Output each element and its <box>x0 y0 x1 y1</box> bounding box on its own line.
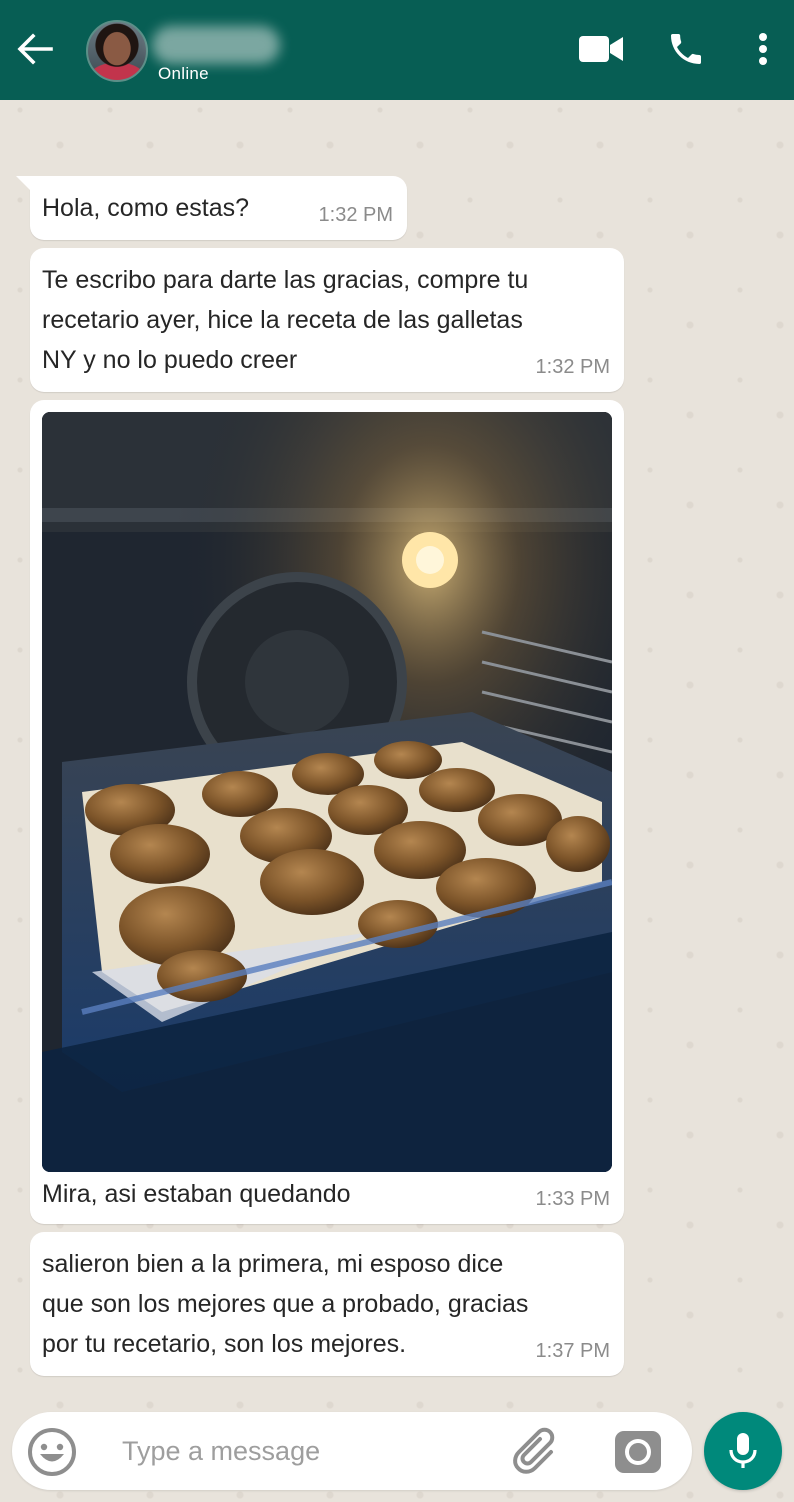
message-bubble[interactable]: Hola, como estas? 1:32 PM <box>16 176 407 240</box>
back-button[interactable] <box>12 26 58 72</box>
message-time: 1:33 PM <box>535 1188 610 1210</box>
message-time: 1:32 PM <box>318 204 393 226</box>
camera-button[interactable] <box>608 1426 668 1478</box>
message-input[interactable] <box>122 1428 502 1474</box>
more-vert-icon <box>759 33 767 65</box>
emoji-button[interactable] <box>26 1426 78 1478</box>
chat-area[interactable]: Hola, como estas? 1:32 PM Te escribo par… <box>0 100 794 1400</box>
oven-cookies-photo[interactable] <box>42 412 612 1172</box>
message-time: 1:32 PM <box>535 356 610 378</box>
message-text: salieron bien a la primera, mi esposo di… <box>42 1250 529 1358</box>
message-text: Mira, asi estaban quedando <box>42 1180 351 1208</box>
emoji-icon <box>28 1428 76 1476</box>
chat-header: Online <box>0 0 794 100</box>
bubble-tail <box>16 176 32 192</box>
contact-name[interactable] <box>152 26 280 64</box>
message-bubble[interactable]: Te escribo para darte las gracias, compr… <box>30 248 624 392</box>
video-call-button[interactable] <box>576 26 626 72</box>
image-message-bubble[interactable]: Mira, asi estaban quedando 1:33 PM <box>30 400 624 1224</box>
paperclip-icon <box>513 1427 555 1474</box>
phone-icon <box>671 34 701 64</box>
arrow-left-icon <box>17 33 53 65</box>
camera-icon <box>615 1431 661 1473</box>
contact-status: Online <box>158 64 209 83</box>
message-bubble[interactable]: salieron bien a la primera, mi esposo di… <box>30 1232 624 1376</box>
attach-button[interactable] <box>508 1426 566 1478</box>
message-text: Te escribo para darte las gracias, compr… <box>42 266 529 374</box>
menu-button[interactable] <box>746 26 780 72</box>
videocam-icon <box>579 36 623 62</box>
avatar[interactable] <box>86 20 148 82</box>
voice-call-button[interactable] <box>662 26 710 72</box>
oven-cookies-illustration <box>42 412 612 1172</box>
mic-button[interactable] <box>704 1412 782 1490</box>
mic-icon <box>729 1433 757 1468</box>
message-input-bar <box>12 1412 692 1490</box>
message-time: 1:37 PM <box>535 1340 610 1362</box>
